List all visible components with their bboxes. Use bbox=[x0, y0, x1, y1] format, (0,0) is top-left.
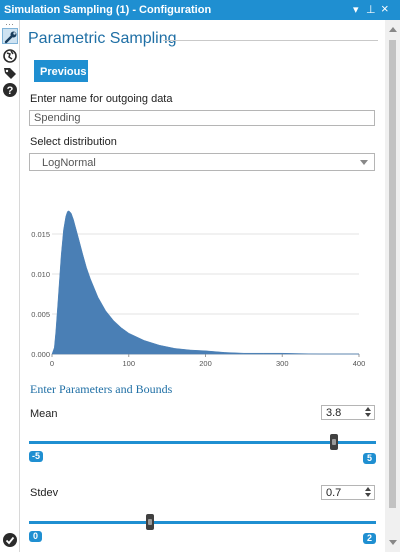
density-area bbox=[51, 210, 359, 355]
y-tick-label: 0.000 bbox=[31, 350, 50, 359]
distribution-chart: 0.000 0.005 0.010 0.015 0 100 200 300 400 bbox=[31, 210, 366, 368]
distribution-label: Select distribution bbox=[30, 136, 117, 148]
mean-label: Mean bbox=[30, 408, 58, 420]
window-titlebar: Simulation Sampling (1) - Configuration … bbox=[0, 0, 400, 20]
outgoing-data-label: Enter name for outgoing data bbox=[30, 93, 173, 105]
mean-decrement-button[interactable] bbox=[365, 413, 371, 417]
mean-slider-thumb[interactable] bbox=[330, 434, 339, 450]
y-tick-label: 0.010 bbox=[31, 270, 50, 279]
vertical-scrollbar[interactable] bbox=[385, 20, 400, 552]
window-title: Simulation Sampling (1) - Configuration bbox=[4, 4, 212, 16]
window-menu-button[interactable]: ▾ bbox=[353, 3, 359, 17]
heading-divider bbox=[163, 40, 378, 41]
x-tick-label: 100 bbox=[122, 359, 135, 368]
annotation-tab[interactable] bbox=[2, 65, 18, 81]
configuration-tab[interactable] bbox=[2, 28, 18, 44]
x-tick-label: 300 bbox=[276, 359, 289, 368]
y-tick-label: 0.015 bbox=[31, 230, 50, 239]
distribution-select[interactable]: LogNormal bbox=[29, 153, 375, 171]
scroll-down-icon[interactable] bbox=[389, 540, 397, 545]
scrollbar-thumb[interactable] bbox=[389, 40, 396, 508]
wrench-icon bbox=[4, 31, 17, 44]
stdev-decrement-button[interactable] bbox=[365, 493, 371, 497]
stdev-slider-track[interactable] bbox=[29, 521, 376, 524]
scroll-up-icon[interactable] bbox=[389, 27, 397, 32]
configuration-panel: Parametric Sampling Previous Enter name … bbox=[21, 20, 385, 552]
mean-increment-button[interactable] bbox=[365, 407, 371, 411]
stdev-label: Stdev bbox=[30, 487, 59, 499]
close-button[interactable]: × bbox=[381, 2, 389, 16]
help-icon: ? bbox=[3, 83, 17, 97]
svg-text:?: ? bbox=[7, 85, 14, 97]
stdev-slider-thumb[interactable] bbox=[146, 514, 155, 530]
stdev-max-badge: 2 bbox=[363, 533, 376, 544]
mean-min-badge: -5 bbox=[29, 451, 44, 462]
stdev-input[interactable]: 0.7 bbox=[321, 485, 375, 500]
parameters-heading: Enter Parameters and Bounds bbox=[30, 382, 173, 396]
checkmark-icon bbox=[3, 533, 17, 547]
stdev-min-badge: 0 bbox=[29, 531, 42, 542]
grip-handle[interactable]: ⋯ bbox=[5, 20, 14, 29]
mean-value: 3.8 bbox=[326, 407, 342, 419]
y-tick-label: 0.005 bbox=[31, 310, 50, 319]
previous-button[interactable]: Previous bbox=[34, 60, 88, 82]
mean-max-badge: 5 bbox=[363, 453, 376, 464]
chevron-down-icon bbox=[360, 160, 368, 165]
x-tick-label: 0 bbox=[50, 359, 54, 368]
globe-tab[interactable] bbox=[2, 48, 18, 64]
tool-sidebar: ⋯ ? bbox=[0, 20, 20, 552]
x-tick-label: 400 bbox=[353, 359, 366, 368]
run-status bbox=[2, 532, 18, 548]
tag-icon bbox=[4, 68, 16, 79]
globe-icon bbox=[3, 49, 17, 63]
outgoing-name-input[interactable] bbox=[29, 110, 375, 126]
page-title: Parametric Sampling bbox=[28, 30, 177, 47]
distribution-value: LogNormal bbox=[42, 157, 96, 169]
mean-slider-track[interactable] bbox=[29, 441, 376, 444]
pin-button[interactable]: ⊥ bbox=[366, 3, 376, 17]
x-tick-label: 200 bbox=[199, 359, 212, 368]
mean-input[interactable]: 3.8 bbox=[321, 405, 375, 420]
help-tab[interactable]: ? bbox=[2, 82, 18, 98]
stdev-increment-button[interactable] bbox=[365, 487, 371, 491]
stdev-value: 0.7 bbox=[326, 487, 342, 499]
